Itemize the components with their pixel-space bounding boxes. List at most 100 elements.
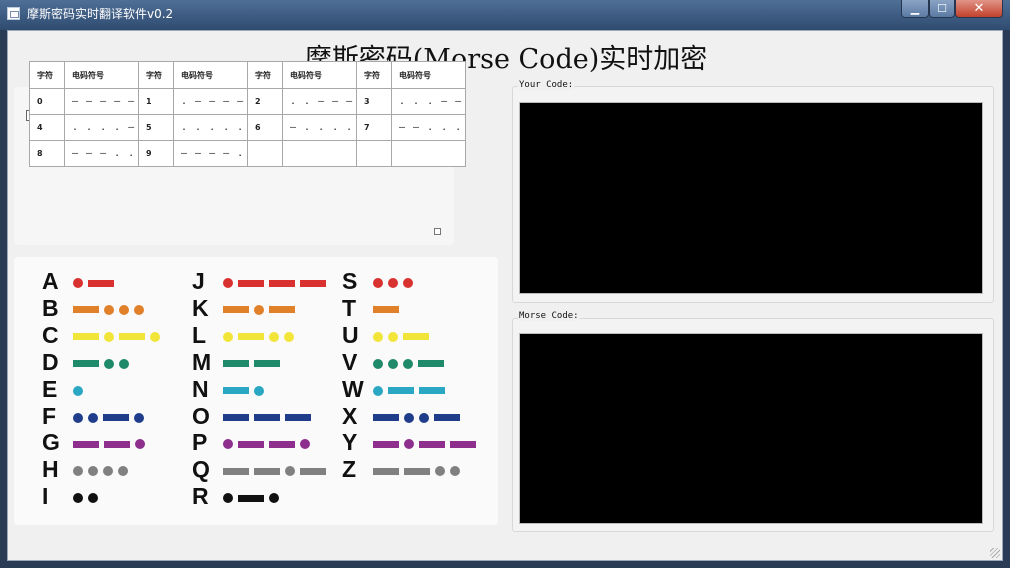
digit-cell: 3 [356,88,392,115]
morse-dot-d-1 [104,358,114,369]
morse-dash-b-0 [73,306,99,314]
morse-dash-m-1 [254,360,280,368]
alphabet-letter-g: G [42,429,60,456]
morse-dot-x-2 [419,412,429,423]
alphabet-letter-t: T [342,294,357,321]
alphabet-letter-o: O [192,402,210,429]
digit-cell: 2 [247,88,283,115]
digit-cell: 1 [138,88,174,115]
window-resize-grip[interactable] [990,548,1000,558]
maximize-button[interactable]: ☐ [929,0,955,18]
alphabet-letter-l: L [192,321,207,348]
morse-dot-i-0 [73,493,83,504]
alphabet-letter-m: M [192,348,212,375]
morse-dot-x-1 [404,412,414,423]
morse-cell: — — — — — [64,88,139,115]
digits-table: 字符 电码符号 字符 电码符号 字符 电码符号 字符 电码符号 0 — — — … [29,61,466,167]
morse-dot-q-2 [285,466,295,477]
morse-dot-b-2 [119,304,129,315]
table-resize-handle[interactable] [434,228,441,235]
morse-dot-l-3 [284,331,294,342]
morse-dot-y-1 [404,439,414,450]
morse-dot-s-0 [373,278,383,288]
table-row: 4 . . . . — 5 . . . . . 6 — . . . . 7 — … [29,114,466,141]
morse-dash-k-2 [269,306,295,314]
digit-cell [356,140,392,167]
alphabet-letter-h: H [42,456,59,483]
morse-dot-l-2 [269,331,279,342]
alphabet-letter-j: J [192,268,205,294]
morse-dot-u-1 [388,331,398,342]
morse-dot-p-3 [300,439,310,450]
digit-cell [247,140,283,167]
table-row: 8 — — — . . 9 — — — — . [29,140,466,167]
alphabet-letter-x: X [342,402,358,429]
header-cell: 电码符号 [173,61,248,89]
morse-dot-j-0 [223,278,233,288]
close-button[interactable]: ✕ [955,0,1003,18]
morse-cell: — — — — . [173,140,248,167]
alphabet-letter-p: P [192,429,208,456]
morse-dot-n-1 [254,385,264,396]
morse-dash-w-2 [419,387,445,395]
morse-dash-x-3 [434,414,460,421]
header-cell: 字符 [247,61,283,89]
morse-dot-z-3 [450,466,460,477]
morse-dot-h-3 [118,466,128,477]
alphabet-letter-w: W [342,375,364,402]
digit-cell: 8 [29,140,65,167]
morse-dot-k-1 [254,304,264,315]
morse-dash-m-0 [223,360,249,368]
digit-cell: 7 [356,114,392,141]
window-title: 摩斯密码实时翻译软件v0.2 [27,7,174,21]
table-header-row: 字符 电码符号 字符 电码符号 字符 电码符号 字符 电码符号 [29,61,466,89]
morse-dash-o-1 [254,414,280,421]
morse-dot-h-1 [88,466,98,477]
morse-dash-t-0 [373,306,399,314]
morse-dash-o-2 [285,414,311,421]
morse-dot-s-1 [388,278,398,288]
morse-dot-d-2 [119,358,129,369]
morse-dot-v-0 [373,358,383,369]
morse-dot-g-2 [135,439,145,450]
alphabet-letter-i: I [42,483,49,510]
digit-cell: 5 [138,114,174,141]
morse-dash-k-0 [223,306,249,314]
morse-dash-z-1 [404,467,430,475]
morse-alphabet-chart: ABCDEFGHI JKLMNOPQR STUVWXYZ [14,257,498,525]
morse-dot-z-2 [435,466,445,477]
morse-dot-u-0 [373,331,383,342]
morse-code-output[interactable] [519,333,983,524]
morse-dash-j-1 [238,279,264,287]
morse-dash-j-2 [269,279,295,287]
morse-dot-w-0 [373,385,383,396]
morse-cell: . — — — — [173,88,248,115]
morse-dash-o-0 [223,414,249,421]
header-cell: 电码符号 [64,61,139,89]
morse-dash-f-2 [103,414,129,421]
morse-dash-g-0 [73,440,99,448]
header-cell: 字符 [356,61,392,89]
minimize-button[interactable]: ▁ [901,0,929,18]
morse-dash-u-2 [403,333,429,341]
morse-dash-p-2 [269,440,295,448]
alphabet-letter-c: C [42,321,59,348]
morse-dot-r-2 [269,493,279,504]
alphabet-letter-e: E [42,375,58,402]
main-window-client: 摩斯密码(Morse Code)实时加密 数字 ⊞ 字符 电码符号 字符 电码符… [7,30,1003,561]
morse-dot-f-1 [88,412,98,423]
morse-dot-p-0 [223,439,233,450]
morse-cell [391,140,466,167]
morse-dot-i-1 [88,493,98,504]
morse-dash-r-1 [238,494,264,502]
alphabet-letter-z: Z [342,456,357,483]
morse-dash-c-2 [119,333,145,341]
alphabet-letter-u: U [342,321,359,348]
morse-dash-p-1 [238,440,264,448]
morse-dash-g-1 [104,440,130,448]
your-code-input[interactable] [519,102,983,294]
window-titlebar[interactable]: 摩斯密码实时翻译软件v0.2 ▁ ☐ ✕ [0,0,1010,30]
morse-dash-z-0 [373,467,399,475]
morse-dash-y-3 [450,440,476,448]
morse-code-label: Morse Code: [518,311,580,321]
